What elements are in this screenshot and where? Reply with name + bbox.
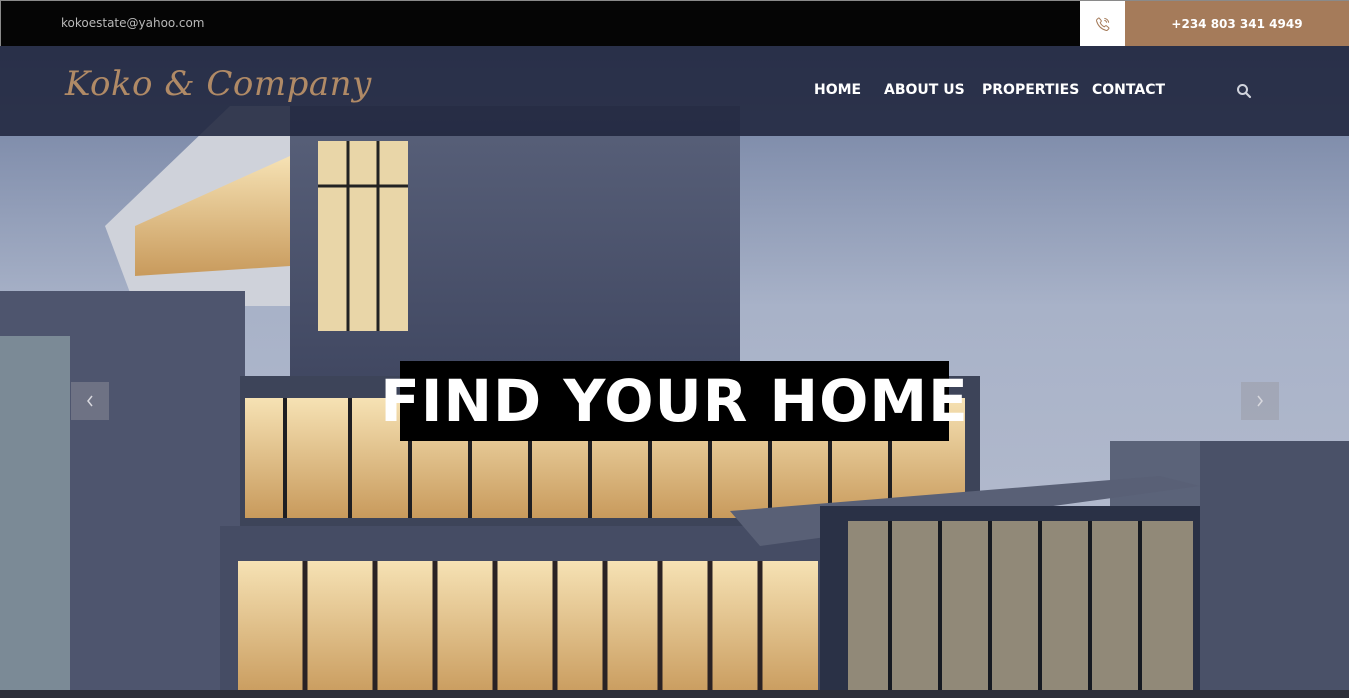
search-button[interactable] — [1236, 83, 1252, 99]
phone-number-box[interactable]: +234 803 341 4949 — [1125, 1, 1349, 46]
slider-next-button[interactable] — [1241, 382, 1279, 420]
chevron-right-icon — [1257, 395, 1263, 407]
nav-properties[interactable]: PROPERTIES — [982, 82, 1079, 98]
hero-headline-box: FIND YOUR HOME — [380, 361, 968, 441]
brand-logo[interactable]: Koko & Company — [65, 64, 372, 104]
nav-contact[interactable]: CONTACT — [1092, 82, 1165, 98]
slider-prev-button[interactable] — [71, 382, 109, 420]
phone-icon — [1095, 17, 1109, 31]
search-icon — [1237, 84, 1252, 99]
nav-home[interactable]: HOME — [814, 82, 861, 98]
contact-email[interactable]: kokoestate@yahoo.com — [61, 16, 204, 30]
phone-number[interactable]: +234 803 341 4949 — [1171, 17, 1302, 31]
nav-about-us[interactable]: ABOUT US — [884, 82, 965, 98]
chevron-left-icon — [87, 395, 93, 407]
main-navbar: Koko & Company HOME ABOUT US PROPERTIES … — [0, 46, 1349, 136]
hero-headline: FIND YOUR HOME — [380, 367, 969, 435]
phone-icon-box — [1080, 1, 1125, 46]
top-bar: kokoestate@yahoo.com +234 803 341 4949 — [0, 0, 1349, 46]
